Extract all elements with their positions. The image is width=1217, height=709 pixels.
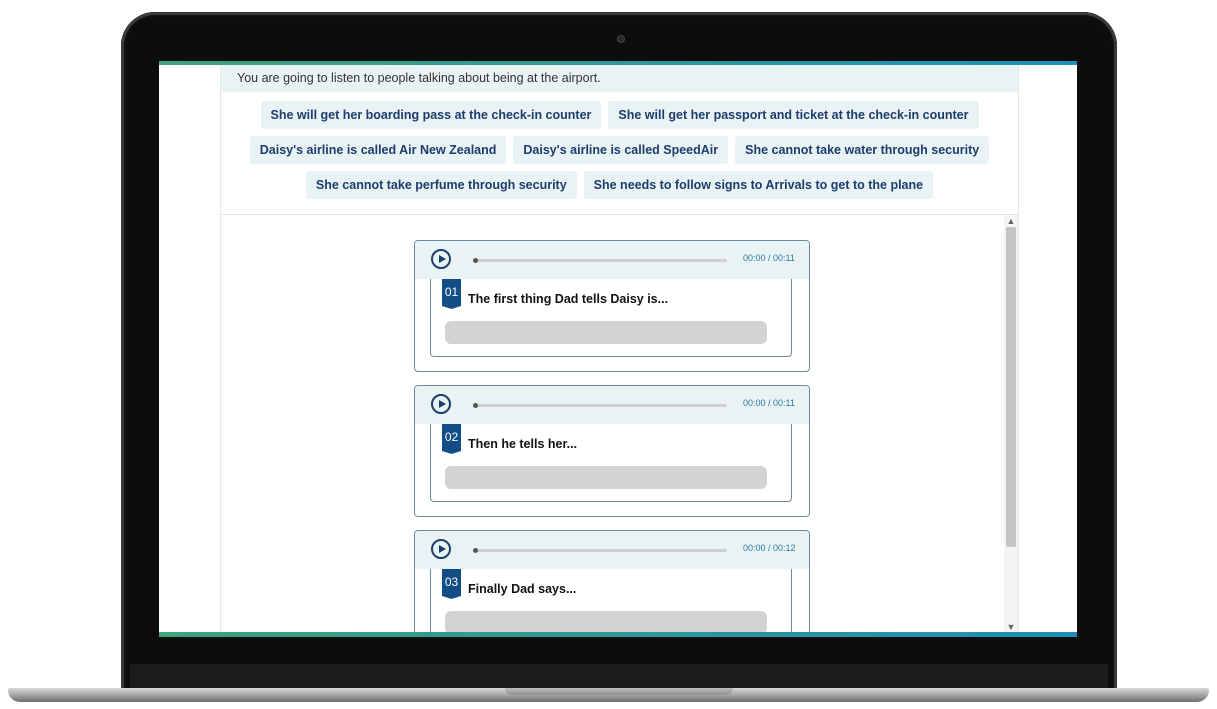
question-card-1: 00:00 / 00:11 01 The first thing Dad tel… [414, 240, 810, 372]
bottom-accent-bar [159, 632, 1077, 637]
answer-chip[interactable]: Daisy's airline is called Air New Zealan… [249, 136, 507, 164]
vertical-scrollbar[interactable]: ▲ ▼ [1004, 215, 1018, 633]
question-card-3: 00:00 / 00:12 03 Finally Dad says... [414, 530, 810, 633]
audio-player: 00:00 / 00:11 [415, 241, 809, 279]
question-box: 03 Finally Dad says... [430, 569, 792, 633]
answer-chip[interactable]: She cannot take water through security [735, 136, 990, 164]
answer-drop-zone[interactable] [445, 321, 767, 344]
question-text: Finally Dad says... [468, 582, 577, 596]
question-number-badge: 02 [442, 424, 461, 454]
instruction-text: You are going to listen to people talkin… [221, 65, 1018, 92]
question-box: 01 The first thing Dad tells Daisy is... [430, 279, 792, 357]
audio-progress-track[interactable] [473, 403, 727, 408]
chip-row: She will get her boarding pass at the ch… [221, 101, 1018, 129]
audio-time: 00:00 / 00:11 [743, 253, 795, 263]
chip-row: She cannot take perfume through security… [221, 171, 1018, 199]
question-text: The first thing Dad tells Daisy is... [468, 292, 669, 306]
audio-player: 00:00 / 00:11 [415, 386, 809, 424]
screen: You are going to listen to people talkin… [159, 61, 1077, 637]
answer-chip[interactable]: She needs to follow signs to Arrivals to… [583, 171, 934, 199]
chevron-up-icon[interactable]: ▲ [1004, 215, 1018, 227]
audio-time: 00:00 / 00:11 [743, 398, 795, 408]
question-number-badge: 01 [442, 279, 461, 309]
audio-time: 00:00 / 00:12 [743, 543, 796, 553]
laptop-base-notch [505, 688, 733, 695]
laptop-chin [130, 664, 1108, 690]
question-number-badge: 03 [442, 569, 461, 599]
play-icon[interactable] [431, 249, 451, 269]
answer-chip[interactable]: She will get her boarding pass at the ch… [260, 101, 602, 129]
audio-player: 00:00 / 00:12 [415, 531, 809, 569]
question-text: Then he tells her... [468, 437, 578, 451]
answer-drop-zone[interactable] [445, 611, 767, 633]
questions-scroll-area[interactable]: 00:00 / 00:11 01 The first thing Dad tel… [221, 215, 1018, 633]
question-box: 02 Then he tells her... [430, 424, 792, 502]
play-icon[interactable] [431, 539, 451, 559]
activity-panel: You are going to listen to people talkin… [220, 65, 1019, 633]
play-icon[interactable] [431, 394, 451, 414]
question-card-2: 00:00 / 00:11 02 Then he tells her... [414, 385, 810, 517]
chip-row: Daisy's airline is called Air New Zealan… [221, 136, 1018, 164]
progress-knob[interactable] [473, 403, 478, 408]
audio-progress-track[interactable] [473, 548, 727, 553]
answer-chip[interactable]: She will get her passport and ticket at … [608, 101, 979, 129]
camera-icon [617, 35, 625, 43]
answer-chip[interactable]: Daisy's airline is called SpeedAir [513, 136, 729, 164]
audio-progress-track[interactable] [473, 258, 727, 263]
progress-knob[interactable] [473, 258, 478, 263]
answer-chips: She will get her boarding pass at the ch… [221, 101, 1018, 206]
progress-knob[interactable] [473, 548, 478, 553]
answer-drop-zone[interactable] [445, 466, 767, 489]
scroll-thumb[interactable] [1006, 227, 1016, 547]
answer-chip[interactable]: She cannot take perfume through security [305, 171, 577, 199]
